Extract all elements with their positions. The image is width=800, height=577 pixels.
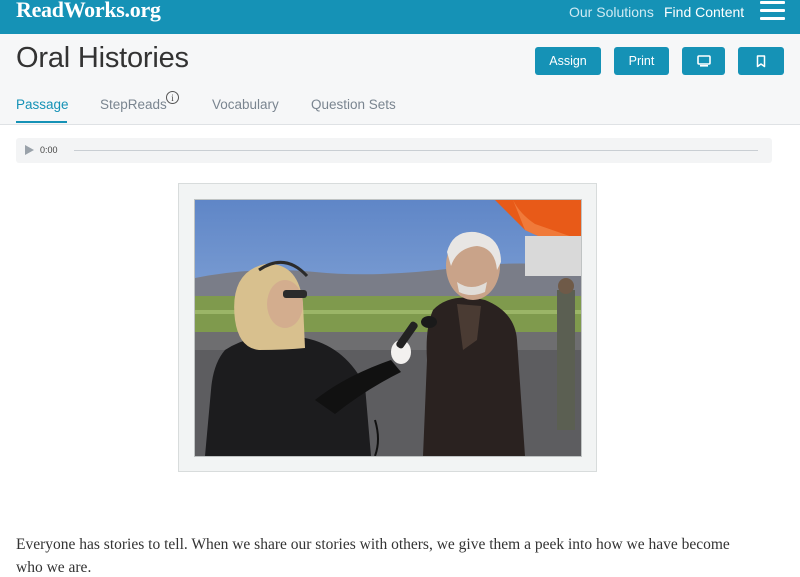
nav-our-solutions-link[interactable]: Our Solutions [569,4,654,20]
monitor-icon [696,55,711,67]
tab-stepreads[interactable]: StepReads [100,97,167,112]
passage-header: Oral Histories Assign Print Passage Step… [0,34,800,125]
passage-text: Everyone has stories to tell. When we sh… [16,536,730,576]
nav-find-content-link[interactable]: Find Content [664,4,744,20]
assign-button-label: Assign [549,54,587,68]
info-icon-glyph: i [171,92,174,103]
tab-passage[interactable]: Passage [16,97,69,112]
menu-icon[interactable] [760,1,785,21]
logo-name: ReadWorks [16,0,125,22]
passage-photo [194,199,582,457]
bookmark-button[interactable] [738,47,784,75]
passage-image-frame [178,183,597,472]
logo-tld: .org [124,0,161,22]
assign-button[interactable]: Assign [535,47,601,75]
audio-player: 0:00 [16,138,772,163]
print-button[interactable]: Print [614,47,669,75]
readworks-logo[interactable]: ReadWorks.org [16,0,161,23]
info-icon[interactable]: i [166,91,179,104]
print-button-label: Print [628,54,655,68]
tab-question-sets[interactable]: Question Sets [311,97,396,112]
audio-progress-track[interactable] [74,150,758,151]
top-navbar: ReadWorks.org Our Solutions Find Content [0,0,800,34]
present-button[interactable] [682,47,725,75]
page-title: Oral Histories [16,42,189,74]
play-icon[interactable] [25,145,34,155]
bookmark-icon [756,54,766,67]
active-tab-indicator [16,121,67,123]
audio-time: 0:00 [40,145,58,155]
tab-vocabulary[interactable]: Vocabulary [212,97,279,112]
